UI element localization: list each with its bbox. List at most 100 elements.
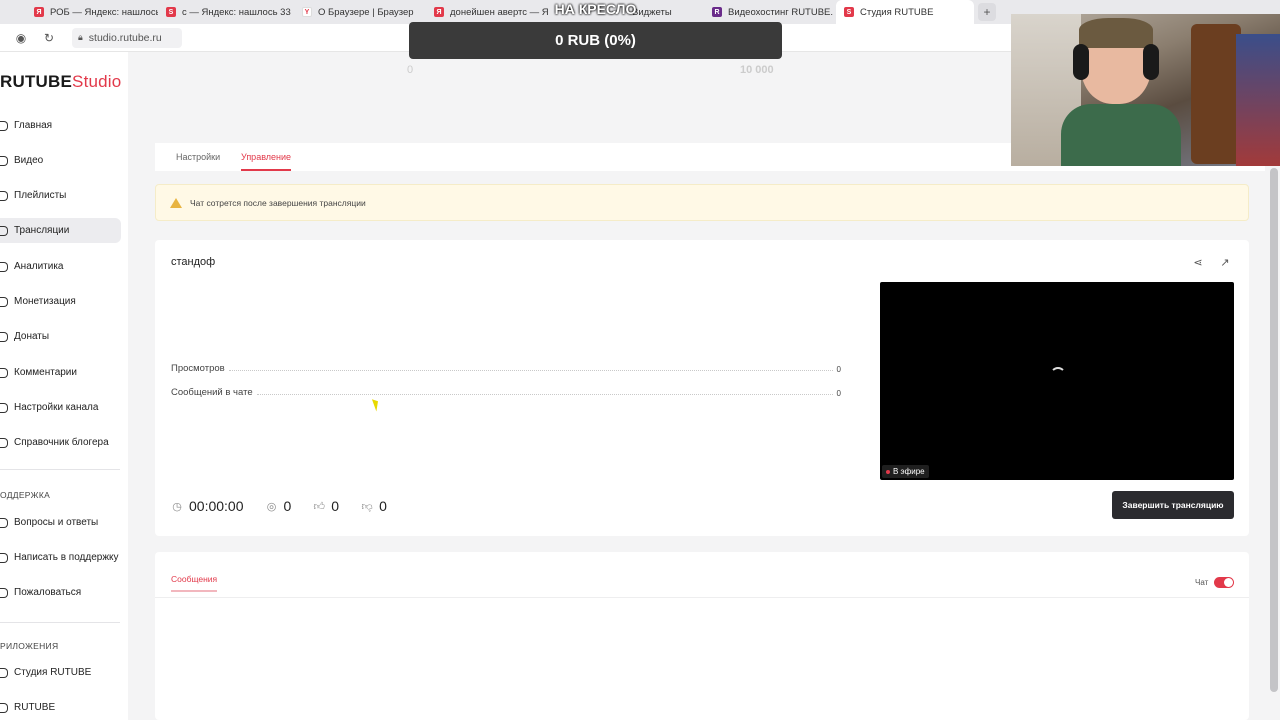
url-text: studio.rutube.ru — [88, 31, 162, 44]
headset-icon — [1073, 44, 1089, 80]
viewers-value: 0 — [283, 498, 292, 514]
video-icon — [0, 155, 8, 166]
logo-main: RUTUBE — [0, 72, 73, 91]
end-stream-button[interactable]: Завершить трансляцию — [1112, 491, 1234, 519]
broadcast-icon — [0, 225, 8, 236]
yandex-favicon-icon: Я — [34, 7, 44, 17]
sidebar-item-channel-settings[interactable]: Настройки канала — [0, 395, 121, 420]
sidebar-divider — [0, 622, 120, 623]
views-value: 0 — [836, 365, 841, 374]
sidebar-item-report[interactable]: Пожаловаться — [0, 580, 121, 605]
donation-progress-text: 0 RUB (0%) — [555, 32, 636, 49]
rutube-studio-logo[interactable]: RUTUBEStudio — [0, 72, 121, 92]
sidebar-item-label: Видео — [14, 155, 44, 166]
sidebar-item-donations[interactable]: Донаты — [0, 324, 121, 349]
sidebar-item-label: Комментарии — [14, 367, 77, 378]
chat-messages-stat: Сообщений в чате 0 — [171, 384, 841, 398]
page-scrollbar[interactable] — [1270, 168, 1278, 692]
stream-title: стандоф — [171, 256, 216, 268]
new-tab-icon[interactable]: + — [978, 3, 996, 21]
stream-metrics: ◷ 00:00:00 ◎ 0 👍︎ 0 👎︎ 0 — [171, 498, 409, 514]
search-favicon-icon: S — [166, 7, 176, 17]
mail-icon — [0, 552, 8, 563]
sidebar-divider — [0, 469, 120, 470]
live-dot-icon — [886, 469, 890, 474]
sidebar-item-studio-app[interactable]: Студия RUTUBE — [0, 660, 121, 685]
views-label: Просмотров — [171, 363, 225, 374]
chat-messages-label: Сообщений в чате — [171, 387, 253, 398]
webcam-chair — [1191, 24, 1241, 164]
sidebar-item-label: Студия RUTUBE — [14, 667, 92, 678]
question-icon — [0, 517, 8, 528]
sidebar-item-label: RUTUBE — [14, 702, 56, 713]
sidebar-item-streams[interactable]: Трансляции — [0, 218, 121, 243]
donation-progress-bar: 0 RUB (0%) — [409, 22, 782, 59]
sidebar-item-label: Трансляции — [14, 225, 70, 236]
browser-tab[interactable]: Y О Браузере | Браузер — [294, 0, 426, 24]
sidebar-item-label: Написать в поддержку — [14, 552, 119, 563]
sidebar-item-monetization[interactable]: Монетизация — [0, 289, 121, 314]
sidebar-item-rutube-app[interactable]: RUTUBE — [0, 695, 121, 720]
tab-settings[interactable]: Настройки — [176, 143, 220, 171]
chat-warning-banner: Чат сотрется после завершения трансляции — [155, 184, 1249, 221]
dotted-leader — [228, 370, 833, 371]
sidebar-item-label: Вопросы и ответы — [14, 517, 99, 528]
url-field[interactable]: 🔒︎ studio.rutube.ru — [72, 27, 182, 48]
donation-icon — [0, 331, 8, 342]
viewers-icon: ◎ — [266, 500, 277, 513]
browser-tab-label: с — Яндекс: нашлось 33 м — [182, 6, 294, 18]
duration-value: 00:00:00 — [189, 498, 244, 514]
apps-section-title: РИЛОЖЕНИЯ — [0, 641, 59, 651]
browser-tab-label: О Браузере | Браузер — [318, 6, 414, 18]
back-icon[interactable]: ◉ — [10, 27, 32, 49]
comment-icon — [0, 367, 8, 378]
sidebar-item-label: Главная — [14, 120, 53, 131]
duration-metric: ◷ 00:00:00 — [171, 498, 244, 514]
studio-favicon-icon: S — [844, 7, 854, 17]
thumbs-up-icon: 👍︎ — [313, 500, 326, 513]
tab-manage[interactable]: Управление — [241, 143, 292, 171]
sidebar-item-comments[interactable]: Комментарии — [0, 360, 121, 385]
chat-card: Сообщения Чат — [155, 552, 1249, 720]
rutube-app-icon — [0, 702, 8, 713]
sidebar-item-home[interactable]: Главная — [0, 113, 121, 138]
share-icon[interactable]: ⋖ — [1191, 255, 1205, 269]
sidebar-item-video[interactable]: Видео — [0, 148, 121, 173]
webcam-clothes-rack — [1236, 34, 1280, 166]
sidebar-item-blogger-guide[interactable]: Справочник блогера — [0, 430, 121, 455]
studio-app-icon — [0, 667, 8, 678]
sidebar-item-analytics[interactable]: Аналитика — [0, 254, 121, 279]
browser-tab-label: РОБ — Яндекс: нашлось 1 — [50, 6, 158, 18]
logo-accent: Studio — [72, 72, 122, 91]
webcam-overlay — [1011, 14, 1280, 166]
loading-spinner-icon — [1050, 367, 1066, 383]
browser-tab-active[interactable]: S Студия RUTUBE ✕ — [836, 0, 974, 24]
dotted-leader — [256, 394, 833, 395]
analytics-icon — [0, 261, 8, 272]
browser-tab[interactable]: S с — Яндекс: нашлось 33 м — [158, 0, 294, 24]
dislikes-value: 0 — [379, 498, 387, 514]
donation-max: 10 000 — [740, 64, 774, 76]
donation-goal-title: НА КРЕСЛО — [554, 1, 637, 17]
likes-metric: 👍︎ 0 — [313, 498, 340, 514]
chat-toggle[interactable] — [1214, 577, 1234, 588]
tab-messages[interactable]: Сообщения — [171, 574, 218, 592]
headset-icon — [1143, 44, 1159, 80]
book-icon — [0, 437, 8, 448]
sidebar: RUTUBEStudio Главная Видео Плейлисты Тра… — [0, 52, 128, 720]
likes-value: 0 — [331, 498, 340, 514]
sidebar-item-faq[interactable]: Вопросы и ответы — [0, 510, 121, 535]
sidebar-item-contact-support[interactable]: Написать в поддержку — [0, 545, 121, 570]
donation-min: 0 — [407, 64, 414, 76]
dislikes-metric: 👎︎ 0 — [361, 498, 387, 514]
lock-icon: 🔒︎ — [78, 32, 83, 42]
reload-icon[interactable]: ↻ — [38, 27, 60, 49]
money-icon — [0, 296, 8, 307]
sidebar-item-label: Пожаловаться — [14, 587, 82, 598]
sidebar-item-playlists[interactable]: Плейлисты — [0, 183, 121, 208]
warning-icon — [170, 197, 182, 208]
external-link-icon[interactable]: ↗ — [1218, 255, 1232, 269]
thumbs-down-icon: 👎︎ — [361, 500, 373, 513]
stream-preview-player[interactable]: В эфире — [880, 282, 1234, 480]
browser-tab[interactable]: Я РОБ — Яндекс: нашлось 1 — [0, 0, 158, 24]
